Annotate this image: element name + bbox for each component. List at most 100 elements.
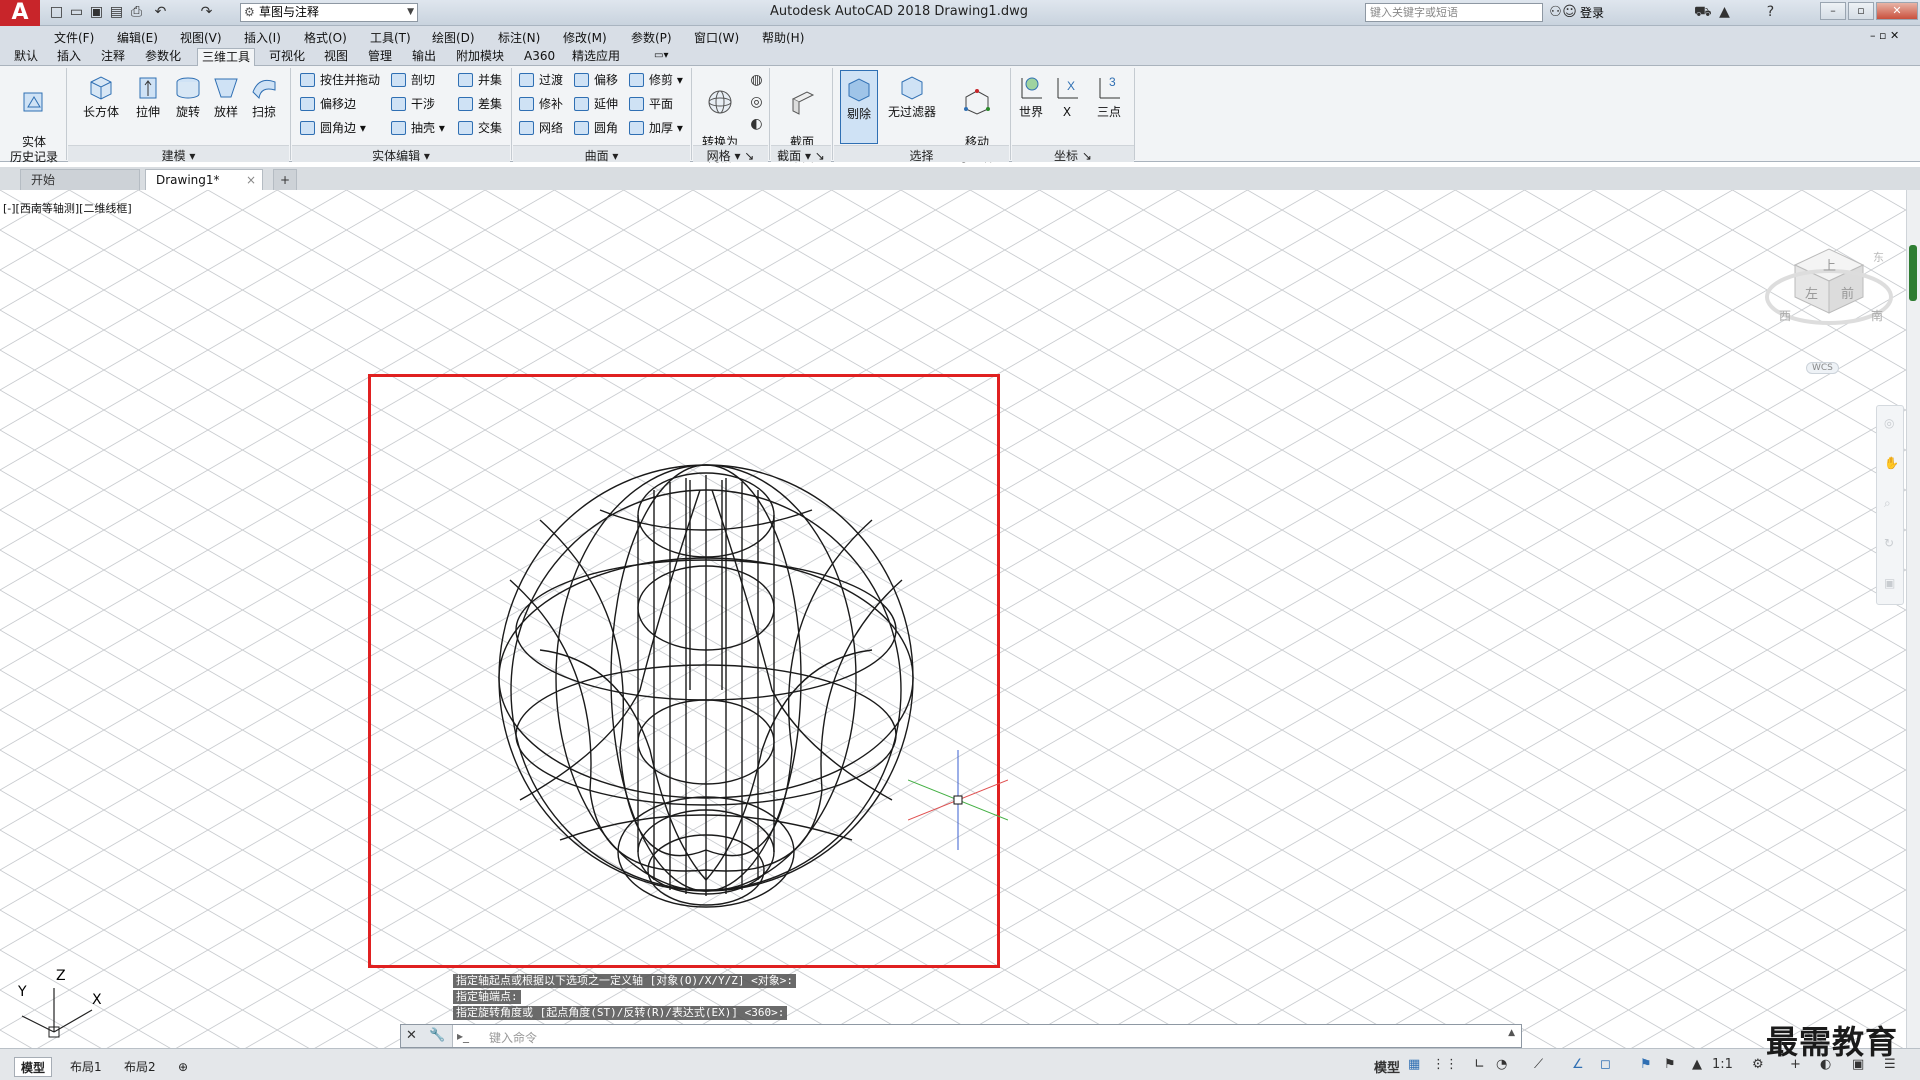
tab-layout2[interactable]: 布局2: [118, 1057, 162, 1077]
tab-view[interactable]: 视图: [320, 48, 352, 66]
login-link[interactable]: 登录: [1580, 4, 1604, 21]
close-tab-icon[interactable]: ×: [246, 170, 256, 190]
cart-icon[interactable]: ⛟: [1694, 4, 1712, 21]
grid-icon[interactable]: ▦: [1408, 1057, 1420, 1072]
menu-edit[interactable]: 编辑(E): [117, 29, 158, 46]
interfere-button[interactable]: 干涉: [391, 94, 435, 114]
compass-east[interactable]: 东: [1873, 249, 1884, 265]
menu-format[interactable]: 格式(O): [304, 29, 347, 46]
tab-layout1[interactable]: 布局1: [64, 1057, 108, 1077]
viewcube-top[interactable]: 上: [1823, 255, 1836, 274]
mesh-panel-title[interactable]: 网格 ▾ ↘: [693, 147, 768, 164]
patch-button[interactable]: 修补: [519, 94, 563, 114]
tab-a360[interactable]: A360: [520, 48, 559, 66]
object-snap-tracking-icon[interactable]: ∠: [1572, 1057, 1584, 1072]
new-file-icon[interactable]: □: [48, 4, 65, 21]
network-button[interactable]: 网络: [519, 118, 563, 138]
add-layout-button[interactable]: ⊕: [172, 1057, 194, 1077]
menu-window[interactable]: 窗口(W): [694, 29, 739, 46]
annotation-scale-icon[interactable]: ▲: [1692, 1057, 1702, 1072]
surface-panel-title[interactable]: 曲面 ▾: [513, 147, 690, 164]
ortho-icon[interactable]: ∟: [1474, 1057, 1485, 1072]
help-icon[interactable]: ?: [1762, 4, 1779, 21]
tab-3d-tools[interactable]: 三维工具: [197, 48, 256, 66]
ribbon-toggle-icon[interactable]: ▭▾: [650, 48, 672, 66]
x-ucs-button[interactable]: X X: [1050, 72, 1084, 120]
blend-button[interactable]: 过渡: [519, 70, 563, 90]
tab-annotate[interactable]: 注释: [97, 48, 129, 66]
model-space-toggle[interactable]: 模型: [1374, 1057, 1400, 1076]
vertical-scrollbar[interactable]: [1906, 190, 1920, 1048]
subtract-button[interactable]: 差集: [458, 94, 502, 114]
workspace-switch-icon[interactable]: ⚙: [1752, 1057, 1764, 1072]
pan-icon[interactable]: ✋: [1884, 456, 1899, 470]
plot-icon[interactable]: ⎙: [128, 4, 145, 21]
offset-edge-button[interactable]: 偏移边: [300, 94, 356, 114]
box-button[interactable]: 长方体: [78, 72, 124, 120]
save-as-icon[interactable]: ▤: [108, 4, 125, 21]
culling-button[interactable]: 剔除: [840, 70, 878, 144]
close-command-icon[interactable]: ✕: [406, 1028, 417, 1043]
showmotion-icon[interactable]: ▣: [1884, 576, 1895, 590]
sweep-button[interactable]: 扫掠: [244, 72, 284, 120]
tab-start[interactable]: 开始: [20, 169, 140, 190]
zoom-icon[interactable]: ⌕: [1884, 496, 1891, 511]
intersect-button[interactable]: 交集: [458, 118, 502, 138]
command-input[interactable]: 键入命令: [489, 1029, 537, 1046]
surface-offset-button[interactable]: 偏移: [574, 70, 618, 90]
object-snap-icon[interactable]: ◻: [1600, 1057, 1611, 1072]
tab-drawing1[interactable]: Drawing1* ×: [145, 169, 263, 190]
menu-view[interactable]: 视图(V): [180, 29, 222, 46]
open-folder-icon[interactable]: ▭: [68, 4, 85, 21]
annotation-scale-value[interactable]: 1:1: [1712, 1057, 1733, 1072]
menu-parametric[interactable]: 参数(P): [631, 29, 672, 46]
annotation-visibility-icon[interactable]: ⚑: [1640, 1057, 1652, 1072]
world-ucs-button[interactable]: 世界: [1014, 72, 1048, 120]
surface-fillet-button[interactable]: 圆角: [574, 118, 618, 138]
planar-button[interactable]: 平面: [629, 94, 673, 114]
tab-visualize[interactable]: 可视化: [265, 48, 309, 66]
3point-ucs-button[interactable]: 3 三点: [1090, 72, 1128, 120]
menu-help[interactable]: 帮助(H): [762, 29, 804, 46]
compass-south[interactable]: 南: [1871, 307, 1883, 324]
menu-insert[interactable]: 插入(I): [244, 29, 281, 46]
menu-draw[interactable]: 绘图(D): [432, 29, 475, 46]
presspull-button[interactable]: 按住并拖动: [300, 70, 380, 90]
slice-button[interactable]: 剖切: [391, 70, 435, 90]
menu-dimension[interactable]: 标注(N): [498, 29, 540, 46]
command-prompt-icon[interactable]: ▸_: [457, 1029, 469, 1043]
minimize-button[interactable]: –: [1820, 2, 1846, 20]
tab-parametric[interactable]: 参数化: [141, 48, 185, 66]
user-icon[interactable]: ☺: [1561, 4, 1578, 21]
loft-button[interactable]: 放样: [206, 72, 246, 120]
polar-icon[interactable]: ◔: [1496, 1057, 1507, 1072]
tab-output[interactable]: 输出: [408, 48, 440, 66]
menu-file[interactable]: 文件(F): [54, 29, 94, 46]
close-button[interactable]: ✕: [1876, 2, 1918, 20]
full-nav-wheel-icon[interactable]: ◎: [1884, 416, 1894, 430]
tab-insert[interactable]: 插入: [53, 48, 85, 66]
snap-icon[interactable]: ⋮⋮: [1432, 1057, 1458, 1072]
tab-featured-apps[interactable]: 精选应用: [568, 48, 624, 66]
section-panel-title[interactable]: 截面 ▾ ↘: [771, 147, 831, 164]
solid-history-button[interactable]: 实体 历史记录: [8, 72, 60, 165]
menu-modify[interactable]: 修改(M): [563, 29, 607, 46]
tab-manage[interactable]: 管理: [364, 48, 396, 66]
viewcube-front[interactable]: 前: [1841, 283, 1854, 302]
wcs-menu[interactable]: WCS: [1806, 362, 1839, 374]
orbit-icon[interactable]: ↻: [1884, 536, 1894, 550]
workspace-select[interactable]: ⚙ 草图与注释 ▼: [240, 3, 418, 22]
union-button[interactable]: 并集: [458, 70, 502, 90]
mesh-refine-icon[interactable]: ◎: [748, 94, 765, 111]
command-history-toggle-icon[interactable]: ▲: [1508, 1028, 1515, 1038]
maximize-button[interactable]: ▫: [1848, 2, 1874, 20]
menu-tools[interactable]: 工具(T): [370, 29, 411, 46]
search-input[interactable]: 键入关键字或短语: [1365, 3, 1543, 22]
coordinates-panel-title[interactable]: 坐标 ↘: [1012, 147, 1134, 164]
tab-addins[interactable]: 附加模块: [452, 48, 508, 66]
revolve-button[interactable]: 旋转: [168, 72, 208, 120]
shell-button[interactable]: 抽壳 ▾: [391, 118, 445, 138]
tab-model[interactable]: 模型: [14, 1057, 53, 1077]
scroll-thumb[interactable]: [1909, 245, 1917, 301]
mesh-smooth-icon[interactable]: ◍: [748, 72, 765, 89]
